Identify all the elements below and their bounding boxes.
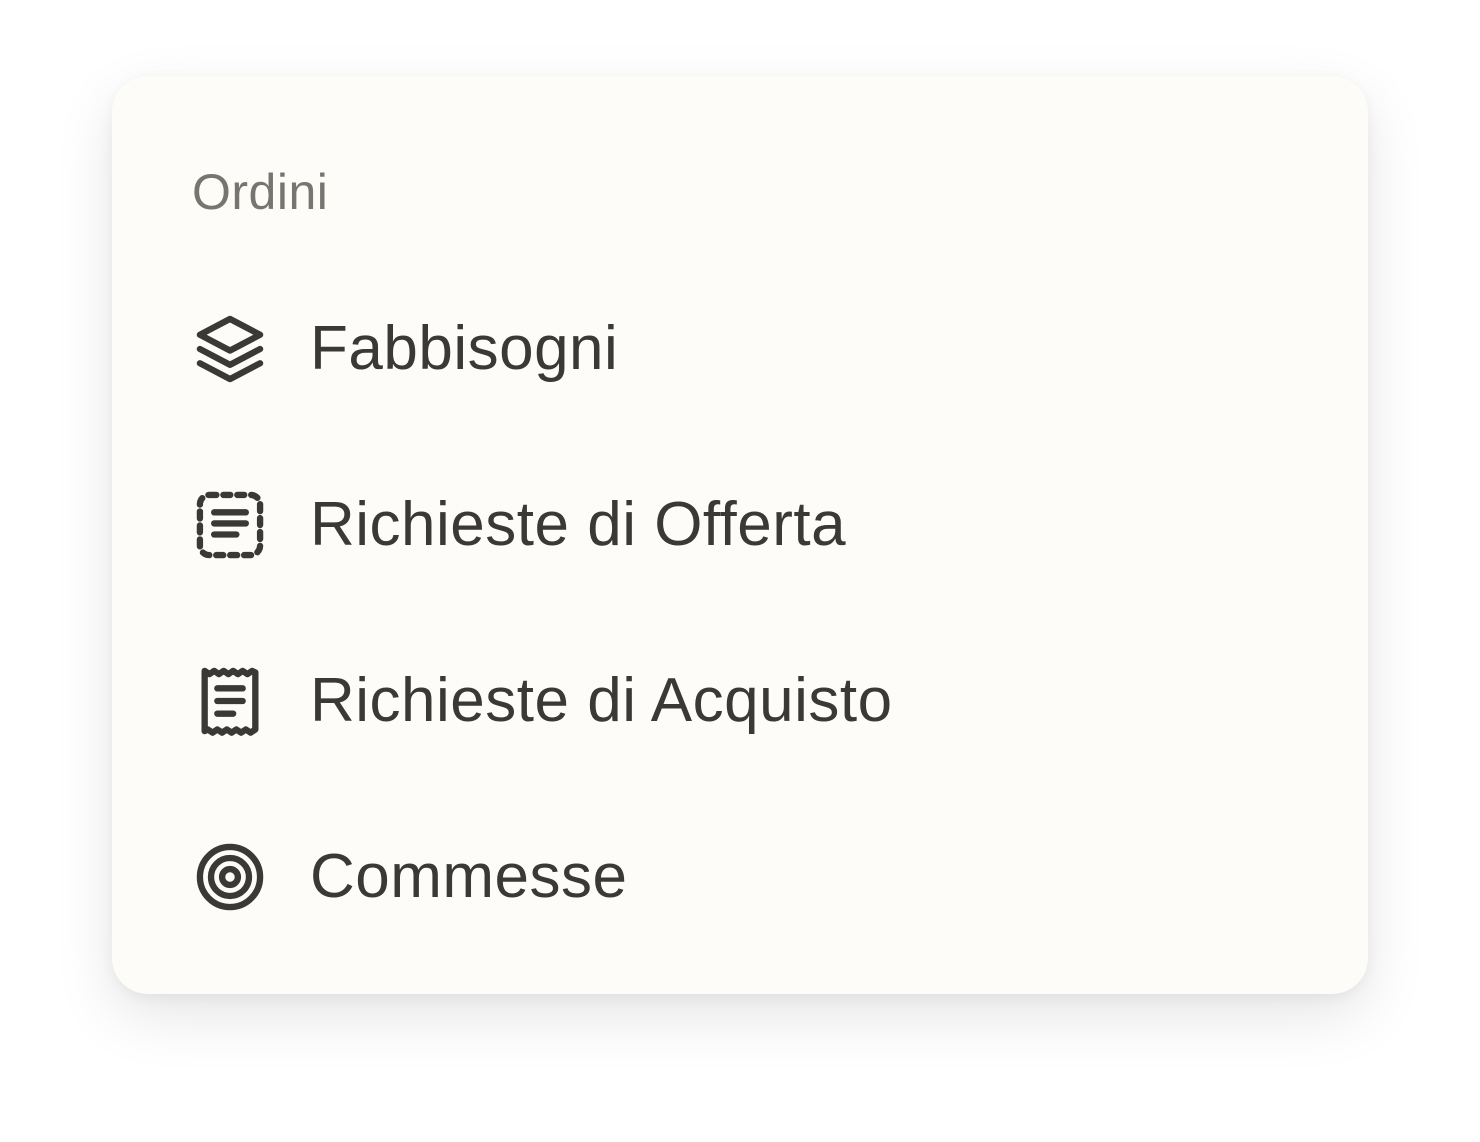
stack-layers-icon [192,311,268,387]
menu-item-richieste-di-offerta[interactable]: Richieste di Offerta [192,480,1282,570]
menu-item-label: Richieste di Acquisto [310,666,893,735]
menu-item-label: Richieste di Offerta [310,490,847,559]
section-title: Ordini [192,164,329,220]
dashed-document-lines-icon [192,487,268,563]
receipt-icon [192,663,268,739]
menu-item-commesse[interactable]: Commesse [192,832,1282,922]
orders-menu-card: Ordini Fabbisogni Richieste di Offerta R… [112,76,1368,994]
menu-item-label: Fabbisogni [310,314,619,383]
menu-item-richieste-di-acquisto[interactable]: Richieste di Acquisto [192,656,1282,746]
target-icon [192,839,268,915]
menu-item-fabbisogni[interactable]: Fabbisogni [192,304,1282,394]
menu-item-label: Commesse [310,842,628,911]
